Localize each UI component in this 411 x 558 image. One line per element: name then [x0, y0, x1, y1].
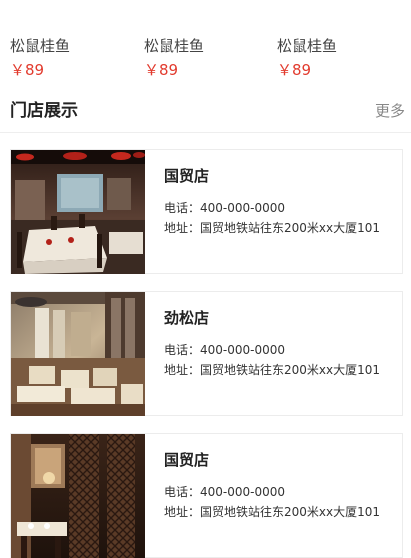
store-address: 地址：国贸地铁站往东200米xx大厦101 [164, 221, 381, 235]
dish-row: 松鼠桂鱼 ￥89 松鼠桂鱼 ￥89 松鼠桂鱼 ￥89 [0, 36, 411, 84]
store-photo [11, 434, 145, 558]
dish-price: ￥89 [144, 61, 179, 79]
stores-section-header: 门店展示 更多 [0, 96, 411, 133]
store-phone: 电话：400-000-0000 [164, 485, 286, 499]
store-name: 国贸店 [164, 451, 210, 469]
store-phone: 电话：400-000-0000 [164, 201, 286, 215]
store-card[interactable]: 国贸店 电话：400-000-0000 地址：国贸地铁站往东200米xx大厦10… [10, 433, 403, 558]
dish-item[interactable]: 松鼠桂鱼 ￥89 [10, 36, 130, 79]
section-title: 门店展示 [10, 101, 78, 121]
dish-item[interactable]: 松鼠桂鱼 ￥89 [144, 36, 264, 79]
store-photo [11, 292, 145, 416]
store-card[interactable]: 劲松店 电话：400-000-0000 地址：国贸地铁站往东200米xx大厦10… [10, 291, 403, 416]
store-photo [11, 150, 145, 274]
dish-name: 松鼠桂鱼 [277, 37, 338, 55]
dish-name: 松鼠桂鱼 [144, 37, 205, 55]
store-card[interactable]: 国贸店 电话：400-000-0000 地址：国贸地铁站往东200米xx大厦10… [10, 149, 403, 274]
store-phone: 电话：400-000-0000 [164, 343, 286, 357]
dish-price: ￥89 [10, 61, 45, 79]
store-name: 国贸店 [164, 167, 210, 185]
dish-price: ￥89 [277, 61, 312, 79]
more-link[interactable]: 更多 [375, 100, 405, 122]
dish-item[interactable]: 松鼠桂鱼 ￥89 [277, 36, 397, 79]
store-name: 劲松店 [164, 309, 210, 327]
dish-name: 松鼠桂鱼 [10, 37, 71, 55]
store-address: 地址：国贸地铁站往东200米xx大厦101 [164, 363, 381, 377]
store-address: 地址：国贸地铁站往东200米xx大厦101 [164, 505, 381, 519]
